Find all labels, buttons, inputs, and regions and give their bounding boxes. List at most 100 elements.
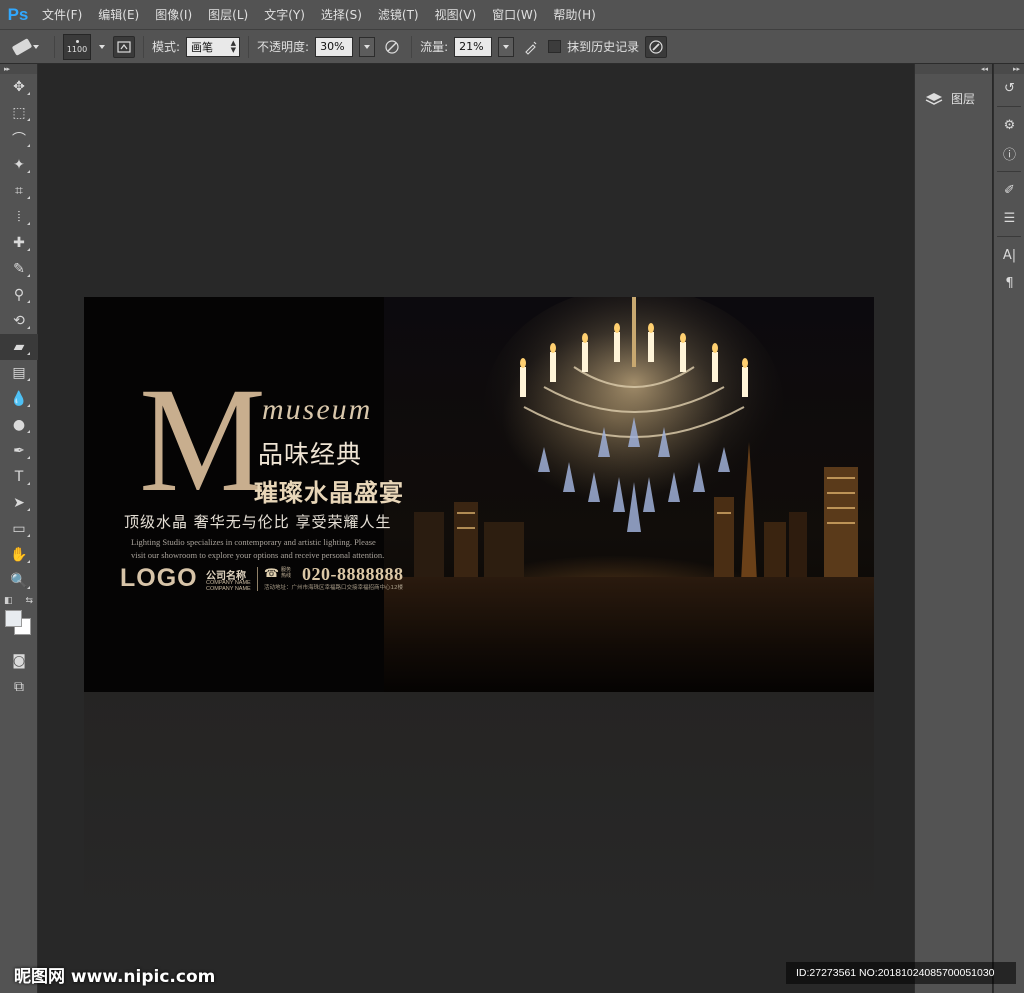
divider (248, 35, 250, 58)
opacity-input[interactable]: 30% (315, 36, 354, 57)
clone-stamp-tool-button[interactable]: ⚲ (0, 282, 38, 308)
brush-dropdown-button[interactable] (97, 34, 107, 60)
history-brush-tool-button[interactable]: ⟲ (0, 308, 38, 334)
lasso-tool-button[interactable]: ⌒ (0, 126, 38, 152)
healing-brush-icon: ✚ (13, 235, 25, 251)
quick-mask-button[interactable]: ◙ (0, 648, 38, 674)
tool-preset-picker[interactable] (6, 35, 46, 59)
lasso-icon: ⌒ (12, 132, 26, 148)
tools-panel: ▸▸ ✥ ⬚ ⌒ ✦ ⌗ ⦙ ✚ ✎ ⚲ ⟲ ▰ ▤ 💧 ● ✒ T ➤ ▭ ✋ 🔍 ◧ ⇆ ◙ ⧉ (0, 64, 38, 993)
shape-tool-button[interactable]: ▭ (0, 516, 38, 542)
flow-dropdown-button[interactable] (498, 36, 515, 57)
color-swatches: ◧ ⇆ (0, 594, 38, 648)
magic-wand-tool-button[interactable]: ✦ (0, 152, 38, 178)
move-icon: ✥ (13, 79, 25, 95)
path-selection-tool-button[interactable]: ➤ (0, 490, 38, 516)
brush-tool-button[interactable]: ✎ (0, 256, 38, 282)
menu-window[interactable]: 窗口(W) (484, 0, 545, 30)
zoom-tool-button[interactable]: 🔍 (0, 568, 38, 594)
ps-logo[interactable]: Ps (2, 0, 34, 30)
panel-collapse-grip[interactable]: ◂◂ (915, 64, 992, 74)
paragraph-panel-button[interactable]: ¶ (994, 269, 1024, 297)
adjustments-panel-button[interactable]: ☰ (994, 204, 1024, 232)
headline-classic: 品味经典 (258, 440, 363, 469)
tool-group-indicator (27, 586, 30, 589)
screen-mode-button[interactable]: ⧉ (0, 674, 38, 700)
marquee-icon: ⬚ (12, 105, 26, 121)
airbrush-button[interactable] (520, 36, 542, 58)
pressure-size-icon (649, 39, 663, 54)
tool-group-indicator (27, 430, 30, 433)
shape-icon: ▭ (12, 521, 26, 537)
tool-group-indicator (27, 274, 30, 277)
pressure-size-button[interactable] (645, 35, 668, 58)
pressure-opacity-button[interactable] (381, 36, 403, 58)
canvas-area[interactable]: M museum 品味经典 璀璨水晶盛宴 顶级水晶 奢华无与伦比 享受荣耀人生 … (39, 64, 913, 993)
marquee-tool-button[interactable]: ⬚ (0, 100, 38, 126)
character-icon: A| (1002, 247, 1017, 263)
history-panel-button[interactable]: ↺ (994, 74, 1024, 102)
gradient-tool-button[interactable]: ▤ (0, 360, 38, 386)
zoom-icon: 🔍 (10, 573, 28, 589)
crop-icon: ⌗ (15, 183, 23, 199)
company-name-en: COMPANY NAME (206, 586, 251, 592)
dodge-tool-button[interactable]: ● (0, 412, 38, 438)
pen-tool-button[interactable]: ✒ (0, 438, 38, 464)
logo-text: LOGO (120, 564, 198, 592)
hand-tool-button[interactable]: ✋ (0, 542, 38, 568)
menu-file[interactable]: 文件(F) (34, 0, 90, 30)
panel-collapse-grip[interactable]: ▸▸ (0, 64, 37, 74)
history-brush-icon: ⟲ (13, 313, 25, 329)
opacity-dropdown-button[interactable] (359, 36, 376, 57)
properties-panel-button[interactable]: ⚙ (994, 111, 1024, 139)
tool-group-indicator (27, 456, 30, 459)
panel-collapse-grip[interactable]: ▸▸ (994, 64, 1024, 74)
eraser-tool-button[interactable]: ▰ (0, 334, 38, 360)
foreground-color-swatch[interactable] (5, 610, 22, 627)
crystal-chandelier-image (484, 297, 784, 532)
healing-brush-tool-button[interactable]: ✚ (0, 230, 38, 256)
menu-type[interactable]: 文字(Y) (256, 0, 313, 30)
brush-icon: ✎ (13, 261, 25, 277)
path-selection-icon: ➤ (13, 495, 25, 511)
document-artboard[interactable]: M museum 品味经典 璀璨水晶盛宴 顶级水晶 奢华无与伦比 享受荣耀人生 … (84, 297, 874, 692)
flow-input[interactable]: 21% (454, 36, 493, 57)
menu-layer[interactable]: 图层(L) (200, 0, 256, 30)
default-colors-icon[interactable]: ◧ (4, 596, 13, 606)
erase-to-history-checkbox[interactable] (548, 40, 562, 53)
blur-tool-button[interactable]: 💧 (0, 386, 38, 412)
eyedropper-tool-button[interactable]: ⦙ (0, 204, 38, 230)
divider (997, 106, 1021, 107)
crop-tool-button[interactable]: ⌗ (0, 178, 38, 204)
tool-group-indicator (27, 352, 30, 355)
history-icon: ↺ (1004, 80, 1015, 96)
tool-group-indicator (27, 248, 30, 251)
character-panel-button[interactable]: A| (994, 241, 1024, 269)
type-tool-button[interactable]: T (0, 464, 38, 490)
opacity-label: 不透明度: (257, 40, 310, 54)
tool-group-indicator (27, 508, 30, 511)
layers-panel-tab[interactable]: 图层 (915, 74, 992, 107)
tool-group-indicator (27, 300, 30, 303)
photoshop-window: Ps 文件(F) 编辑(E) 图像(I) 图层(L) 文字(Y) 选择(S) 滤… (0, 0, 1024, 993)
hand-icon: ✋ (10, 547, 28, 563)
divider (997, 171, 1021, 172)
brush-presets-panel-button[interactable]: ✐ (994, 176, 1024, 204)
flow-label: 流量: (420, 40, 449, 54)
move-tool-button[interactable]: ✥ (0, 74, 38, 100)
menu-filter[interactable]: 滤镜(T) (370, 0, 427, 30)
type-icon: T (14, 469, 24, 485)
menu-select[interactable]: 选择(S) (313, 0, 370, 30)
menu-edit[interactable]: 编辑(E) (90, 0, 147, 30)
brush-panel-toggle-button[interactable] (113, 35, 135, 58)
info-panel-button[interactable]: ⓘ (994, 139, 1024, 167)
divider (143, 35, 144, 58)
mode-select[interactable]: 画笔 ▲ ▼ (186, 36, 241, 57)
layers-icon (925, 92, 943, 105)
menu-help[interactable]: 帮助(H) (545, 0, 603, 30)
menu-view[interactable]: 视图(V) (427, 0, 485, 30)
brush-size-picker[interactable]: 1100 (63, 33, 91, 60)
swap-colors-icon[interactable]: ⇆ (25, 596, 33, 606)
tool-group-indicator (27, 534, 30, 537)
menu-image[interactable]: 图像(I) (147, 0, 200, 30)
